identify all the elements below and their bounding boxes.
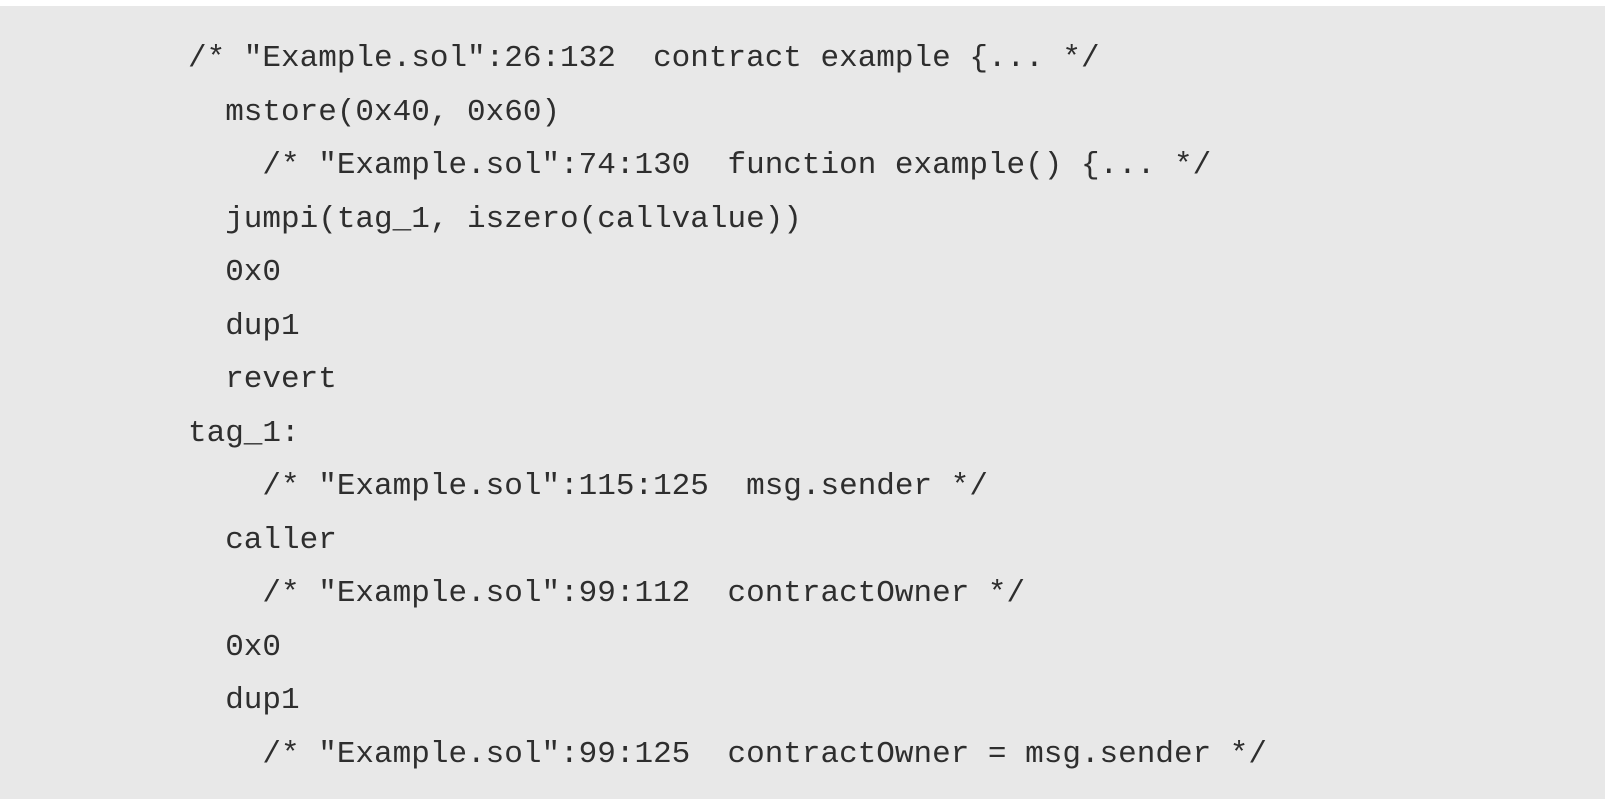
code-line: /* "Example.sol":99:125 contractOwner = …: [188, 736, 1267, 772]
code-line: 0x0: [188, 255, 282, 290]
code-line: /* "Example.sol":26:132 contract example…: [188, 41, 1100, 76]
code-line: /* "Example.sol":115:125 msg.sender */: [188, 469, 988, 504]
code-line: /* "Example.sol":99:112 contractOwner */: [188, 576, 1026, 611]
code-listing-panel: /* "Example.sol":26:132 contract example…: [0, 6, 1605, 799]
code-line: jumpi(tag_1, iszero(callvalue)): [188, 201, 802, 237]
code-line: 0x0: [188, 629, 282, 665]
code-line: dup1: [188, 308, 300, 344]
code-line: dup1: [188, 683, 300, 718]
code-block: /* "Example.sol":26:132 contract example…: [188, 32, 1267, 781]
code-line: revert: [188, 362, 337, 397]
code-line: /* "Example.sol":74:130 function example…: [188, 148, 1212, 183]
code-line: mstore(0x40, 0x60): [188, 94, 561, 130]
code-line: tag_1:: [188, 415, 300, 451]
code-line: caller: [188, 522, 337, 558]
